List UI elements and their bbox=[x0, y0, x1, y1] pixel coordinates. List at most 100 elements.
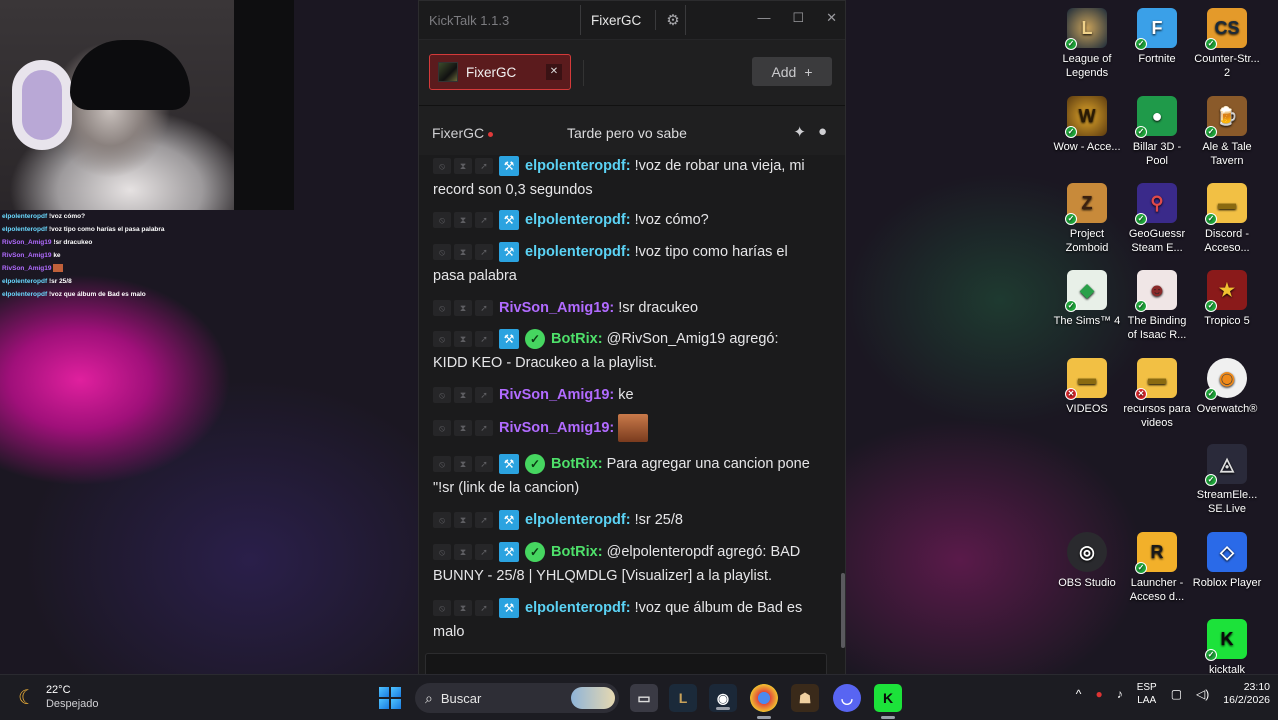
username[interactable]: RivSon_Amig19 bbox=[499, 420, 609, 436]
minimize-icon[interactable]: — bbox=[757, 10, 770, 26]
username[interactable]: elpolenteropdf bbox=[525, 212, 626, 228]
timeout-icon[interactable]: ⧗ bbox=[454, 212, 472, 229]
timeout-icon[interactable]: ⧗ bbox=[454, 544, 472, 561]
desktop-icon-overwatch[interactable]: ◉ ✓ Overwatch® bbox=[1192, 358, 1262, 416]
desktop-icon-tropico[interactable]: ★ ✓ Tropico 5 bbox=[1192, 270, 1262, 328]
timeout-icon[interactable]: ⧗ bbox=[454, 331, 472, 348]
mod-actions: ⦸ ⧗ ➚ bbox=[433, 331, 493, 348]
app-tray-icon[interactable]: ● bbox=[1095, 687, 1102, 701]
network-icon[interactable]: ▢ bbox=[1171, 687, 1182, 701]
timeout-icon[interactable]: ⧗ bbox=[454, 456, 472, 473]
ban-icon[interactable]: ⦸ bbox=[433, 331, 451, 348]
language-indicator[interactable]: ESP LAA bbox=[1137, 681, 1157, 707]
ban-icon[interactable]: ⦸ bbox=[433, 158, 451, 175]
desktop-icon-roblox[interactable]: ◇ Roblox Player bbox=[1192, 532, 1262, 590]
ban-icon[interactable]: ⦸ bbox=[433, 600, 451, 617]
moderator-badge-icon: ⚒ bbox=[499, 156, 519, 177]
pin-icon[interactable]: ➚ bbox=[475, 420, 493, 436]
chrome-icon[interactable] bbox=[750, 684, 778, 719]
desktop-icon-kicktalk[interactable]: K ✓ kicktalk bbox=[1192, 619, 1262, 677]
ban-icon[interactable]: ⦸ bbox=[433, 512, 451, 529]
chat-scrollbar[interactable] bbox=[841, 573, 845, 648]
channel-avatar bbox=[438, 62, 458, 82]
desktop-icon-rockstar[interactable]: R ✓ Launcher - Acceso d... bbox=[1122, 532, 1192, 604]
gear-icon[interactable]: ⚙ bbox=[666, 11, 679, 29]
username[interactable]: elpolenteropdf bbox=[525, 244, 626, 260]
league-icon[interactable]: L bbox=[669, 684, 697, 712]
kick-icon[interactable]: K bbox=[874, 684, 902, 719]
ban-icon[interactable]: ⦸ bbox=[433, 387, 451, 404]
desktop-icon-counter-strike[interactable]: CS ✓ Counter-Str... 2 bbox=[1192, 8, 1262, 80]
pin-icon[interactable]: ➚ bbox=[475, 544, 493, 561]
close-icon[interactable]: ✕ bbox=[826, 10, 837, 26]
timeout-icon[interactable]: ⧗ bbox=[454, 244, 472, 261]
desktop-icon-league-of-legends[interactable]: L ✓ League of Legends bbox=[1052, 8, 1122, 80]
ban-icon[interactable]: ⦸ bbox=[433, 300, 451, 317]
clock[interactable]: 23:10 16/2/2026 bbox=[1223, 681, 1270, 707]
username[interactable]: elpolenteropdf bbox=[525, 512, 626, 528]
microphone-icon[interactable]: ♪ bbox=[1117, 687, 1123, 701]
desktop-icon-fortnite[interactable]: F ✓ Fortnite bbox=[1122, 8, 1192, 66]
overlay-chat-line: elpolenteropdf !voz cómo? bbox=[2, 213, 86, 220]
desktop-icon-isaac[interactable]: ☻ ✓ The Binding of Isaac R... bbox=[1122, 270, 1192, 342]
close-tab-icon[interactable]: ✕ bbox=[546, 64, 562, 80]
add-button[interactable]: Add + bbox=[752, 57, 832, 86]
pin-icon[interactable]: ➚ bbox=[475, 212, 493, 229]
add-label: Add bbox=[771, 63, 797, 80]
pin-icon[interactable]: ➚ bbox=[475, 512, 493, 529]
username[interactable]: RivSon_Amig19 bbox=[499, 387, 609, 403]
desktop-icon-project-zomboid[interactable]: Z ✓ Project Zomboid bbox=[1052, 183, 1122, 255]
ban-icon[interactable]: ⦸ bbox=[433, 244, 451, 261]
username[interactable]: BotRix bbox=[551, 331, 598, 347]
pin-icon[interactable]: ➚ bbox=[475, 158, 493, 175]
desktop-icon-streamelements[interactable]: ◬ ✓ StreamEle... SE.Live bbox=[1192, 444, 1262, 516]
pin-icon[interactable]: ➚ bbox=[475, 331, 493, 348]
chat-message: ⦸ ⧗ ➚ ⚒ ✓ BotRix: @elpolenteropdf agregó: BAD… bbox=[433, 542, 801, 584]
username[interactable]: elpolenteropdf bbox=[525, 600, 626, 616]
ban-icon[interactable]: ⦸ bbox=[433, 456, 451, 473]
pin-icon[interactable]: ➚ bbox=[475, 300, 493, 317]
desktop-icon-videos[interactable]: ▬ ✕ VIDEOS bbox=[1052, 358, 1122, 416]
pin-icon[interactable]: ➚ bbox=[475, 456, 493, 473]
desktop-icon-ale-tale[interactable]: 🍺 ✓ Ale & Tale Tavern bbox=[1192, 96, 1262, 168]
volume-icon[interactable]: ◁) bbox=[1196, 687, 1209, 701]
steam-icon[interactable]: ◉ bbox=[709, 684, 737, 712]
game-icon[interactable]: ☗ bbox=[791, 684, 819, 712]
search-input[interactable]: ⌕ Buscar bbox=[415, 683, 619, 713]
desktop-icon-geoguessr[interactable]: ⚲ ✓ GeoGuessr Steam E... bbox=[1122, 183, 1192, 255]
pin-icon[interactable]: ✦ bbox=[793, 123, 806, 141]
ban-icon[interactable]: ⦸ bbox=[433, 544, 451, 561]
start-button[interactable] bbox=[379, 687, 401, 709]
tab-fixergc[interactable]: FixerGC ✕ bbox=[429, 54, 571, 90]
pin-icon[interactable]: ➚ bbox=[475, 387, 493, 404]
ban-icon[interactable]: ⦸ bbox=[433, 212, 451, 229]
desktop-icon-obs[interactable]: ◎ OBS Studio bbox=[1052, 532, 1122, 590]
timeout-icon[interactable]: ⧗ bbox=[454, 420, 472, 436]
timeout-icon[interactable]: ⧗ bbox=[454, 387, 472, 404]
desktop-icon-sims[interactable]: ◆ ✓ The Sims™ 4 bbox=[1052, 270, 1122, 328]
chevron-up-icon[interactable]: ^ bbox=[1076, 687, 1082, 701]
maximize-icon[interactable]: ☐ bbox=[792, 10, 804, 26]
weather-widget[interactable]: ☾ 22°C Despejado bbox=[18, 683, 99, 711]
account-switcher[interactable]: FixerGC ⚙ bbox=[580, 5, 686, 35]
task-view-icon[interactable]: ▭ bbox=[630, 684, 658, 712]
timeout-icon[interactable]: ⧗ bbox=[454, 512, 472, 529]
username[interactable]: RivSon_Amig19 bbox=[499, 300, 609, 316]
username[interactable]: BotRix bbox=[551, 456, 598, 472]
desktop-icon-recursos[interactable]: ▬ ✕ recursos para videos bbox=[1122, 358, 1192, 430]
moderator-badge-icon: ⚒ bbox=[499, 329, 519, 350]
desktop-icon-discord-folder[interactable]: ▬ ✓ Discord - Acceso... bbox=[1192, 183, 1262, 255]
username[interactable]: BotRix bbox=[551, 544, 598, 560]
desktop-icon-wow[interactable]: W ✓ Wow - Acce... bbox=[1052, 96, 1122, 154]
moderator-badge-icon: ⚒ bbox=[499, 454, 519, 475]
timeout-icon[interactable]: ⧗ bbox=[454, 158, 472, 175]
username[interactable]: elpolenteropdf bbox=[525, 158, 626, 174]
timeout-icon[interactable]: ⧗ bbox=[454, 600, 472, 617]
discord-icon[interactable]: ◡ bbox=[833, 684, 861, 712]
pin-icon[interactable]: ➚ bbox=[475, 244, 493, 261]
pin-icon[interactable]: ➚ bbox=[475, 600, 493, 617]
timeout-icon[interactable]: ⧗ bbox=[454, 300, 472, 317]
ban-icon[interactable]: ⦸ bbox=[433, 420, 451, 436]
user-icon[interactable]: ● bbox=[818, 123, 827, 141]
desktop-icon-billar[interactable]: ● ✓ Billar 3D - Pool bbox=[1122, 96, 1192, 168]
